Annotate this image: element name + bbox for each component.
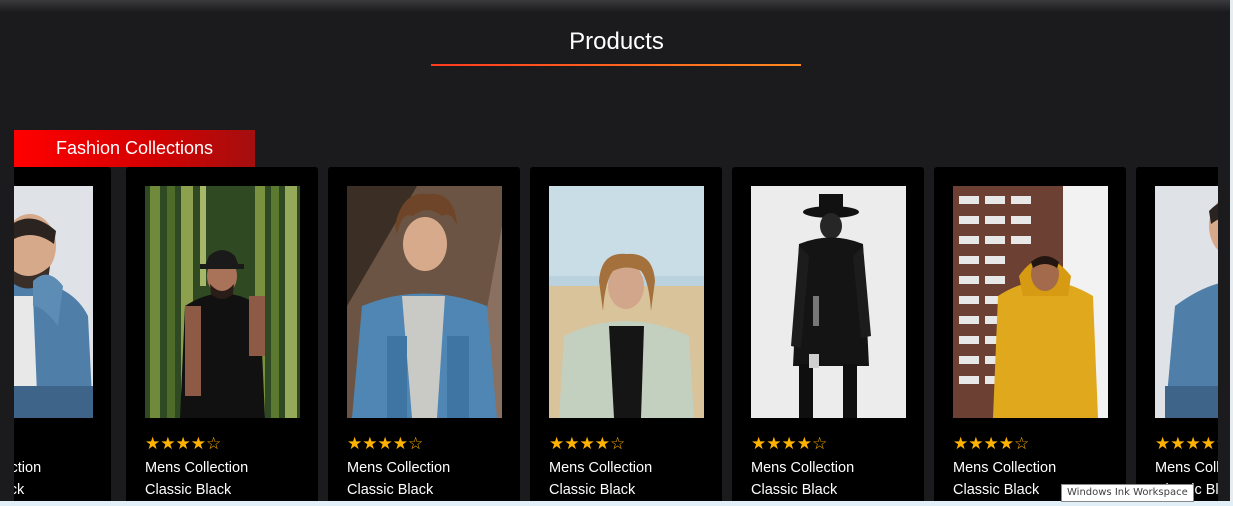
- product-image[interactable]: [1155, 186, 1218, 418]
- rating-stars: ★★★★☆: [1155, 434, 1218, 454]
- rating-stars: ★★★★☆: [347, 434, 424, 454]
- rating-stars: ★★★★☆: [953, 434, 1030, 454]
- man-curly-denim-photo: [347, 186, 502, 418]
- product-image[interactable]: [953, 186, 1108, 418]
- product-card[interactable]: ★★★★☆ Mens Collection Classic Black: [126, 167, 318, 506]
- product-title[interactable]: Mens Collection: [549, 459, 652, 477]
- windows-ink-tooltip: Windows Ink Workspace: [1061, 484, 1194, 502]
- man-yellow-hoodie-photo: [953, 186, 1108, 418]
- header-shadow: [0, 0, 1233, 12]
- product-subtitle: Classic Black: [953, 482, 1040, 498]
- product-subtitle: Classic Black: [549, 482, 636, 498]
- product-subtitle: Classic Black: [14, 482, 25, 498]
- product-subtitle: Classic Black: [347, 482, 434, 498]
- taskbar-edge: [0, 501, 1233, 506]
- product-image[interactable]: [14, 186, 93, 418]
- man-black-tee-bamboo-photo: [145, 186, 300, 418]
- rating-stars: ★★★★☆: [145, 434, 222, 454]
- product-title[interactable]: Mens Collection: [14, 459, 41, 477]
- product-image[interactable]: [751, 186, 906, 418]
- product-title[interactable]: Mens Collection: [1155, 459, 1218, 477]
- man-beach-jacket-photo: [549, 186, 704, 418]
- product-image[interactable]: [145, 186, 300, 418]
- product-subtitle: Classic Black: [145, 482, 232, 498]
- section-title: Products: [569, 28, 664, 55]
- product-image[interactable]: [347, 186, 502, 418]
- product-card[interactable]: ★★★★☆ Mens Collection Classic Black: [732, 167, 924, 506]
- products-page: Products Fashion Collections ction k ★★★…: [0, 0, 1233, 506]
- title-underline: [431, 64, 801, 66]
- product-title[interactable]: Mens Collection: [953, 459, 1056, 477]
- rating-stars: ★★★★☆: [549, 434, 626, 454]
- product-image[interactable]: [549, 186, 704, 418]
- man-denim-jacket-photo: [1155, 186, 1218, 418]
- product-card[interactable]: ★★★★☆ Mens Collection Classic Black: [934, 167, 1126, 506]
- product-title[interactable]: Mens Collection: [145, 459, 248, 477]
- category-tab-fashion-collections[interactable]: Fashion Collections: [14, 130, 255, 167]
- man-black-coat-hat-photo: [751, 186, 906, 418]
- product-subtitle: Classic Black: [751, 482, 838, 498]
- product-card[interactable]: ★★★★☆ Mens Collection Classic Black: [530, 167, 722, 506]
- product-title[interactable]: Mens Collection: [347, 459, 450, 477]
- product-card[interactable]: ★★★★☆ Mens Collection Classic Black: [328, 167, 520, 506]
- product-title[interactable]: Mens Collection: [751, 459, 854, 477]
- rating-stars: ★★★★☆: [751, 434, 828, 454]
- product-carousel[interactable]: ★★★★☆ Mens Collection Classic Black: [14, 167, 1218, 506]
- man-denim-jacket-photo: [14, 186, 93, 418]
- product-card[interactable]: ★★★★☆ Mens Collection Classic Black: [1136, 167, 1218, 506]
- product-card[interactable]: ★★★★☆ Mens Collection Classic Black: [14, 167, 111, 506]
